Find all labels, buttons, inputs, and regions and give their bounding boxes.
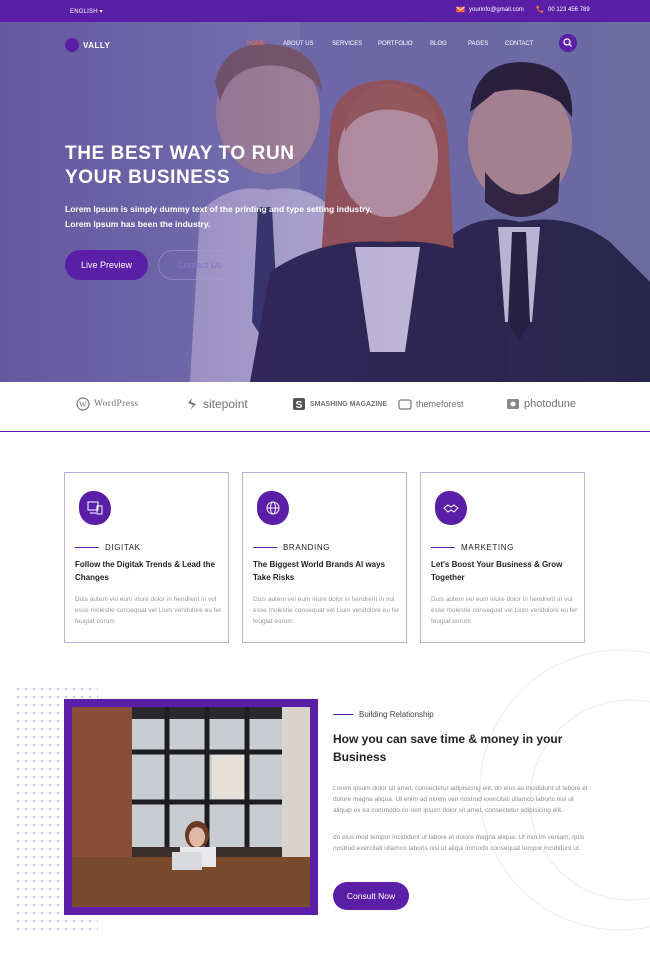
service-tag: DIGITAK: [75, 543, 141, 552]
client-sitepoint-name: sitepoint: [203, 397, 248, 411]
live-preview-button[interactable]: Live Preview: [65, 250, 148, 280]
logo-text: VALLY: [83, 40, 111, 50]
office-photo: [72, 707, 310, 907]
envelope-icon: [456, 6, 465, 13]
client-wordpress: W WordPress: [76, 397, 139, 411]
language-selector[interactable]: ENGLISH ▾: [70, 8, 103, 15]
nav-menu: HOME ABOUT US SERVICES PORTFOLIO BLOG PA…: [247, 41, 545, 47]
about-tag: Building Relationship: [333, 710, 434, 719]
service-icon-badge: [257, 491, 289, 525]
client-photodune: photodune: [506, 397, 576, 411]
service-title: Let's Boost Your Business & Grow Togethe…: [431, 560, 563, 582]
devices-icon: [87, 501, 103, 515]
nav-item-portfolio[interactable]: PORTFOLIO: [378, 41, 430, 47]
logo-icon: [65, 38, 79, 52]
search-button[interactable]: [559, 34, 577, 52]
about-paragraph-2: do eius mod tempor incididunt ut labore …: [333, 834, 585, 852]
svg-text:S: S: [296, 400, 303, 411]
phone-text: 00 123 456 789: [548, 6, 590, 13]
client-photodune-name: photodune: [524, 398, 576, 410]
hero-section: VALLY HOME ABOUT US SERVICES PORTFOLIO B…: [0, 22, 650, 382]
service-card-digitak[interactable]: DIGITAK Follow the Digitak Trends & Lead…: [64, 472, 229, 643]
service-title: Follow the Digitak Trends & Lead the Cha…: [75, 560, 216, 582]
contact-us-button[interactable]: Contact Us: [158, 250, 241, 280]
service-tag-label: BRANDING: [283, 543, 331, 552]
client-smashing-name: SMASHING MAGAZINE: [310, 400, 387, 408]
tag-divider: [333, 714, 353, 715]
themeforest-icon: [398, 399, 412, 410]
service-description: Duis autem vel eum iriure dolor in hendr…: [253, 596, 400, 625]
hero-subtitle: Lorem Ipsum is simply dummy text of the …: [65, 204, 372, 229]
handshake-icon: [443, 504, 459, 513]
nav-item-contact[interactable]: CONTACT: [505, 41, 545, 47]
hero-title: THE BEST WAY TO RUN YOUR BUSINESS: [65, 142, 385, 190]
caret-down-icon: ▾: [99, 9, 103, 15]
service-card-marketing[interactable]: MARKETING Let's Boost Your Business & Gr…: [420, 472, 585, 643]
nav-item-about-us[interactable]: ABOUT US: [283, 41, 332, 47]
tag-divider: [75, 547, 99, 548]
client-logos: W WordPress sitepoint S SMASHING MAGAZIN…: [0, 382, 650, 432]
service-icon-badge: [79, 491, 111, 525]
search-icon: [563, 38, 572, 47]
topbar-email[interactable]: yourinfo@gmail.com: [456, 5, 524, 14]
email-text: yourinfo@gmail.com: [469, 6, 524, 13]
service-card-branding[interactable]: BRANDING The Biggest World Brands Al way…: [242, 472, 407, 643]
nav-item-pages[interactable]: PAGES: [468, 41, 505, 47]
service-tag: BRANDING: [253, 543, 330, 552]
sitepoint-icon: [188, 398, 196, 410]
globe-icon: [266, 501, 280, 515]
about-paragraph-1: Lorem ipsum dolor sit amet, consectetur …: [333, 785, 588, 814]
client-wordpress-name: WordPress: [94, 399, 139, 409]
hero-title-line1: THE BEST WAY TO RUN: [65, 143, 295, 164]
svg-text:W: W: [79, 400, 87, 409]
service-description: Duis autem vel eum iriure dolor in hendr…: [75, 596, 222, 625]
about-title: How you can save time & money in your Bu…: [333, 732, 563, 764]
service-tag: MARKETING: [431, 543, 514, 552]
main-nav: VALLY HOME ABOUT US SERVICES PORTFOLIO B…: [0, 34, 650, 54]
service-tag-label: MARKETING: [461, 543, 514, 552]
nav-item-home[interactable]: HOME: [247, 41, 283, 47]
service-icon-badge: [435, 491, 467, 525]
top-bar: ENGLISH ▾ yourinfo@gmail.com 00 123 456 …: [0, 0, 650, 22]
client-smashing: S SMASHING MAGAZINE: [292, 397, 387, 411]
about-tag-label: Building Relationship: [359, 710, 434, 719]
service-description: Duis autem vel eum iriure dolor in hendr…: [431, 596, 578, 625]
logo[interactable]: VALLY: [65, 38, 110, 52]
smashing-icon: S: [293, 398, 305, 411]
language-label: ENGLISH: [70, 9, 98, 15]
service-title: The Biggest World Brands Al ways Take Ri…: [253, 560, 386, 582]
photodune-icon: [507, 399, 519, 409]
wordpress-icon: W: [76, 397, 90, 411]
hero-title-line2: YOUR BUSINESS: [65, 167, 231, 188]
phone-icon: [536, 5, 544, 13]
tag-divider: [431, 547, 455, 548]
client-sitepoint: sitepoint: [185, 397, 248, 411]
service-tag-label: DIGITAK: [105, 543, 141, 552]
tag-divider: [253, 547, 277, 548]
nav-item-services[interactable]: SERVICES: [332, 41, 378, 47]
client-themeforest-name: themeforest: [416, 399, 464, 409]
topbar-phone[interactable]: 00 123 456 789: [535, 5, 590, 14]
client-themeforest: themeforest: [398, 397, 464, 411]
decorative-circles: [479, 649, 650, 931]
consult-now-button[interactable]: Consult Now: [333, 882, 409, 910]
nav-item-blog[interactable]: BLOG: [430, 41, 468, 47]
